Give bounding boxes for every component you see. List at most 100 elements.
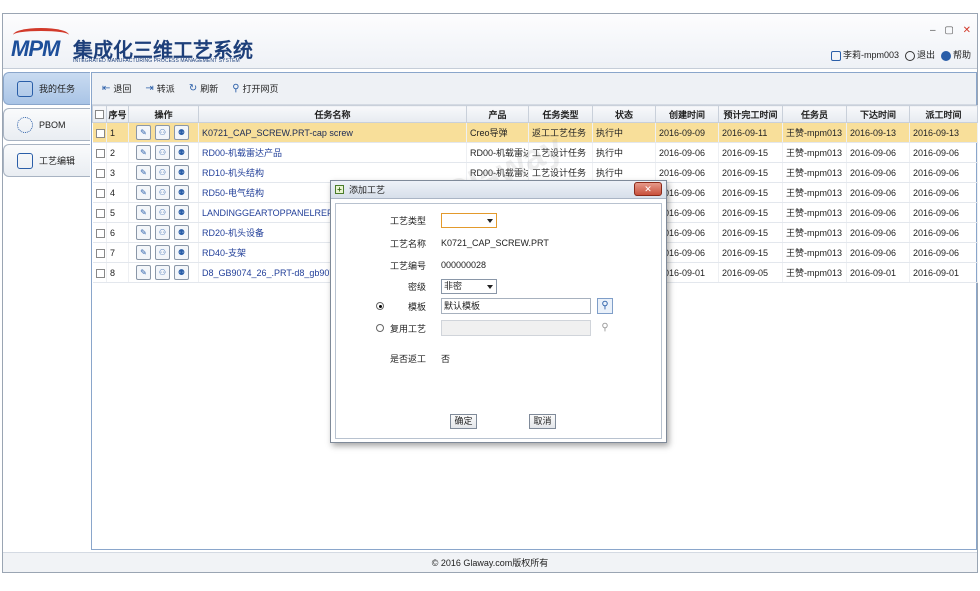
- people-icon[interactable]: ⚉: [174, 225, 189, 240]
- reuse-search-icon[interactable]: ⚲: [597, 320, 613, 336]
- people-icon[interactable]: ⚉: [174, 145, 189, 160]
- row-product: RD00-机载雷达: [466, 142, 529, 163]
- header-task-type[interactable]: 任务类型: [528, 105, 593, 123]
- refresh-button[interactable]: ↻ 刷新: [189, 82, 218, 95]
- edit-icon[interactable]: ✎: [136, 225, 151, 240]
- table-row[interactable]: 1 ✎ ⚇ ⚉ K0721_CAP_SCREW.PRT-cap screw Creo导弹返…: [92, 122, 978, 143]
- edit-icon[interactable]: ✎: [136, 145, 151, 160]
- row-checkbox-cell[interactable]: [92, 242, 107, 263]
- people-icon[interactable]: ⚉: [174, 205, 189, 220]
- checkbox[interactable]: [95, 148, 105, 158]
- row-checkbox-cell[interactable]: [92, 122, 107, 143]
- open-web-button[interactable]: ⚲ 打开网页: [232, 82, 278, 95]
- logout-button[interactable]: 退出: [904, 48, 935, 61]
- checkbox[interactable]: [95, 110, 104, 120]
- assign-icon[interactable]: ⚇: [155, 225, 170, 240]
- row-secret-level: 密级 非密: [336, 278, 661, 294]
- row-checkbox-cell[interactable]: [92, 182, 107, 203]
- people-icon[interactable]: ⚉: [174, 185, 189, 200]
- row-actions: ✎ ⚇ ⚉: [128, 122, 199, 143]
- header-status[interactable]: 状态: [592, 105, 656, 123]
- edit-icon[interactable]: ✎: [136, 165, 151, 180]
- assign-icon[interactable]: ⚇: [155, 205, 170, 220]
- assign-icon[interactable]: ⚇: [155, 265, 170, 280]
- people-icon[interactable]: ⚉: [174, 245, 189, 260]
- header-issued[interactable]: 下达时间: [846, 105, 910, 123]
- header-staff[interactable]: 任务员: [782, 105, 847, 123]
- secret-level-select[interactable]: 非密: [441, 278, 497, 294]
- edit-icon[interactable]: ✎: [136, 265, 151, 280]
- row-task-name[interactable]: K0721_CAP_SCREW.PRT-cap screw: [198, 122, 467, 143]
- dialog-close-button[interactable]: ✕: [634, 182, 662, 196]
- header-product[interactable]: 产品: [466, 105, 529, 123]
- sidebar-item-my-tasks[interactable]: 我的任务: [3, 72, 90, 105]
- row-due: 2016-09-05: [718, 262, 783, 283]
- row-status: 执行中: [592, 142, 656, 163]
- checkbox[interactable]: [95, 268, 105, 278]
- table-row[interactable]: 2 ✎ ⚇ ⚉ RD00-机载雷达产品 RD00-机载雷达 工艺设计任务 执行中 2016-09…: [92, 142, 978, 163]
- assign-icon[interactable]: ⚇: [155, 165, 170, 180]
- row-issued: 2016-09-06: [846, 202, 910, 223]
- row-checkbox-cell[interactable]: [92, 162, 107, 183]
- row-checkbox-cell[interactable]: [92, 222, 107, 243]
- checkbox[interactable]: [95, 248, 105, 258]
- restore-button[interactable]: ▢: [944, 25, 953, 36]
- row-checkbox-cell[interactable]: [92, 142, 107, 163]
- checkbox[interactable]: [95, 228, 105, 238]
- assign-icon[interactable]: ⚇: [155, 145, 170, 160]
- edit-icon[interactable]: ✎: [136, 245, 151, 260]
- header-actions[interactable]: 操作: [128, 105, 199, 123]
- people-icon[interactable]: ⚉: [174, 165, 189, 180]
- row-issued: 2016-09-06: [846, 242, 910, 263]
- sidebar: 我的任务 PBOM 工艺编辑: [3, 72, 90, 177]
- gear-icon: [17, 116, 33, 133]
- row-product: Creo导弹: [466, 122, 529, 143]
- edit-icon[interactable]: ✎: [136, 185, 151, 200]
- reuse-label: 复用工艺: [389, 323, 426, 334]
- row-task-name[interactable]: RD00-机载雷达产品: [198, 142, 467, 163]
- header-due[interactable]: 预计完工时间: [718, 105, 783, 123]
- assign-icon[interactable]: ⚇: [155, 245, 170, 260]
- row-checkbox-cell[interactable]: [92, 262, 107, 283]
- forward-button[interactable]: ⇥ 转派: [145, 82, 174, 95]
- sidebar-item-process-edit[interactable]: 工艺编辑: [3, 144, 90, 177]
- ok-button[interactable]: 确定: [450, 414, 477, 429]
- checkbox[interactable]: [95, 128, 105, 138]
- edit-icon[interactable]: ✎: [136, 125, 151, 140]
- checkbox[interactable]: [95, 168, 105, 178]
- assign-icon[interactable]: ⚇: [155, 125, 170, 140]
- template-label: 模板: [407, 301, 426, 312]
- cancel-button[interactable]: 取消: [529, 414, 556, 429]
- checkbox[interactable]: [95, 208, 105, 218]
- assign-icon[interactable]: ⚇: [155, 185, 170, 200]
- people-icon[interactable]: ⚉: [174, 125, 189, 140]
- template-search-button[interactable]: ⚲: [597, 298, 613, 314]
- help-button[interactable]: 帮助: [940, 48, 971, 61]
- edit-icon[interactable]: ✎: [136, 205, 151, 220]
- header-dispatched[interactable]: 派工时间: [909, 105, 978, 123]
- header-select-all[interactable]: [92, 105, 107, 123]
- people-icon[interactable]: ⚉: [174, 265, 189, 280]
- header-created[interactable]: 创建时间: [655, 105, 719, 123]
- row-checkbox-cell[interactable]: [92, 202, 107, 223]
- template-field[interactable]: 默认模板: [441, 298, 591, 314]
- process-type-select[interactable]: [441, 212, 497, 228]
- user-info[interactable]: 李莉-mpm003: [830, 48, 899, 61]
- sidebar-item-pbom[interactable]: PBOM: [3, 108, 90, 141]
- checkbox[interactable]: [95, 188, 105, 198]
- app-subtitle: INTEGRATED MANUFACTURING PROCESS MANAGEM…: [73, 58, 240, 64]
- row-dispatched: 2016-09-06: [909, 242, 978, 263]
- dialog-body: 工艺类型 工艺名称 K0721_CAP_SCREW.PRT 工艺编号 00000…: [335, 203, 662, 439]
- header-no[interactable]: 序号: [106, 105, 129, 123]
- header-task-name[interactable]: 任务名称: [198, 105, 467, 123]
- back-button[interactable]: ⇤ 退回: [102, 82, 131, 95]
- reuse-field[interactable]: [441, 320, 591, 336]
- close-button[interactable]: ✕: [963, 25, 971, 36]
- minimize-button[interactable]: –: [930, 25, 936, 36]
- row-no: 3: [106, 162, 129, 183]
- row-staff: 王赞-mpm013: [782, 242, 847, 263]
- help-label: 帮助: [952, 50, 971, 60]
- process-type-label: 工艺类型: [389, 215, 426, 226]
- row-no: 7: [106, 242, 129, 263]
- row-issued: 2016-09-01: [846, 262, 910, 283]
